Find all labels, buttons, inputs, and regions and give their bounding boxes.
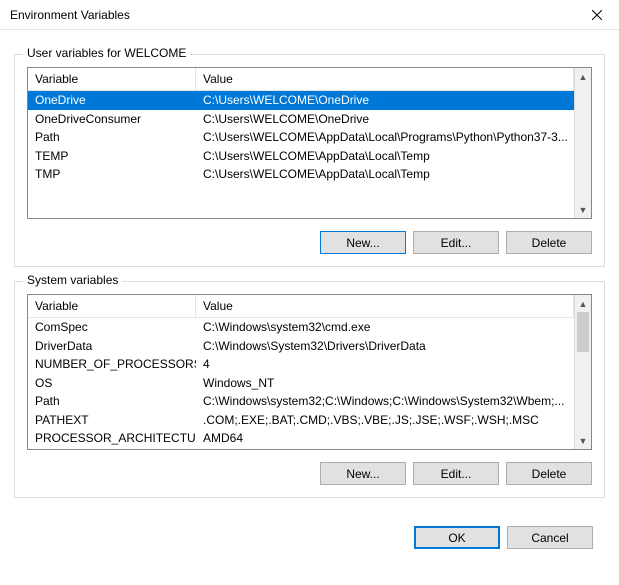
list-item[interactable]: OneDrive C:\Users\WELCOME\OneDrive — [28, 91, 574, 110]
system-variables-list[interactable]: Variable Value ComSpec C:\Windows\system… — [27, 294, 592, 450]
list-item[interactable]: PATHEXT .COM;.EXE;.BAT;.CMD;.VBS;.VBE;.J… — [28, 411, 574, 430]
var-value: C:\Windows\system32\cmd.exe — [196, 318, 574, 336]
list-item[interactable]: PROCESSOR_ARCHITECTURE AMD64 — [28, 429, 574, 448]
list-item[interactable]: Path C:\Users\WELCOME\AppData\Local\Prog… — [28, 128, 574, 147]
header-variable[interactable]: Variable — [28, 295, 196, 317]
user-delete-button[interactable]: Delete — [506, 231, 592, 254]
list-item[interactable]: Path C:\Windows\system32;C:\Windows;C:\W… — [28, 392, 574, 411]
var-value: C:\Users\WELCOME\AppData\Local\Programs\… — [196, 128, 574, 146]
list-item[interactable]: TEMP C:\Users\WELCOME\AppData\Local\Temp — [28, 147, 574, 166]
list-item[interactable]: OS Windows_NT — [28, 374, 574, 393]
system-edit-button[interactable]: Edit... — [413, 462, 499, 485]
var-value: C:\Windows\system32;C:\Windows;C:\Window… — [196, 392, 574, 410]
scroll-thumb[interactable] — [577, 312, 589, 352]
scroll-track[interactable] — [575, 352, 591, 432]
scroll-down-icon[interactable]: ▼ — [575, 432, 591, 449]
var-name: DriverData — [28, 337, 196, 355]
user-edit-button[interactable]: Edit... — [413, 231, 499, 254]
header-variable[interactable]: Variable — [28, 68, 196, 90]
close-button[interactable] — [574, 0, 619, 30]
var-value: C:\Windows\System32\Drivers\DriverData — [196, 337, 574, 355]
var-name: Path — [28, 128, 196, 146]
system-list-scrollbar[interactable]: ▲ ▼ — [574, 295, 591, 449]
user-variables-legend: User variables for WELCOME — [23, 46, 190, 60]
list-item[interactable]: OneDriveConsumer C:\Users\WELCOME\OneDri… — [28, 110, 574, 129]
var-name: OneDriveConsumer — [28, 110, 196, 128]
var-value: AMD64 — [196, 429, 574, 447]
cancel-button[interactable]: Cancel — [507, 526, 593, 549]
user-list-header: Variable Value — [28, 68, 574, 91]
list-item[interactable]: NUMBER_OF_PROCESSORS 4 — [28, 355, 574, 374]
var-value: C:\Users\WELCOME\AppData\Local\Temp — [196, 147, 574, 165]
scroll-track[interactable] — [575, 85, 591, 201]
scroll-up-icon[interactable]: ▲ — [575, 68, 591, 85]
ok-button[interactable]: OK — [414, 526, 500, 549]
var-name: NUMBER_OF_PROCESSORS — [28, 355, 196, 373]
header-value[interactable]: Value — [196, 68, 574, 90]
list-item[interactable]: TMP C:\Users\WELCOME\AppData\Local\Temp — [28, 165, 574, 184]
close-icon — [592, 10, 602, 20]
var-value: C:\Users\WELCOME\OneDrive — [196, 91, 574, 109]
var-value: Windows_NT — [196, 374, 574, 392]
system-delete-button[interactable]: Delete — [506, 462, 592, 485]
var-name: OS — [28, 374, 196, 392]
user-variables-list[interactable]: Variable Value OneDrive C:\Users\WELCOME… — [27, 67, 592, 219]
window-title: Environment Variables — [10, 8, 574, 22]
titlebar: Environment Variables — [0, 0, 619, 30]
header-value[interactable]: Value — [196, 295, 574, 317]
var-name: OneDrive — [28, 91, 196, 109]
dialog-footer: OK Cancel — [0, 512, 619, 561]
var-name: TEMP — [28, 147, 196, 165]
scroll-up-icon[interactable]: ▲ — [575, 295, 591, 312]
system-new-button[interactable]: New... — [320, 462, 406, 485]
var-name: Path — [28, 392, 196, 410]
system-variables-legend: System variables — [23, 273, 122, 287]
user-variables-group: User variables for WELCOME Variable Valu… — [14, 54, 605, 267]
var-value: C:\Users\WELCOME\OneDrive — [196, 110, 574, 128]
var-name: ComSpec — [28, 318, 196, 336]
var-name: PATHEXT — [28, 411, 196, 429]
user-buttons: New... Edit... Delete — [27, 231, 592, 254]
user-list-scrollbar[interactable]: ▲ ▼ — [574, 68, 591, 218]
var-value: C:\Users\WELCOME\AppData\Local\Temp — [196, 165, 574, 183]
list-item[interactable]: ComSpec C:\Windows\system32\cmd.exe — [28, 318, 574, 337]
system-buttons: New... Edit... Delete — [27, 462, 592, 485]
var-value: 4 — [196, 355, 574, 373]
var-name: PROCESSOR_ARCHITECTURE — [28, 429, 196, 447]
var-value: .COM;.EXE;.BAT;.CMD;.VBS;.VBE;.JS;.JSE;.… — [196, 411, 574, 429]
system-variables-group: System variables Variable Value ComSpec … — [14, 281, 605, 498]
var-name: TMP — [28, 165, 196, 183]
system-list-header: Variable Value — [28, 295, 574, 318]
scroll-down-icon[interactable]: ▼ — [575, 201, 591, 218]
list-item[interactable]: DriverData C:\Windows\System32\Drivers\D… — [28, 337, 574, 356]
dialog-content: User variables for WELCOME Variable Valu… — [0, 30, 619, 512]
user-new-button[interactable]: New... — [320, 231, 406, 254]
